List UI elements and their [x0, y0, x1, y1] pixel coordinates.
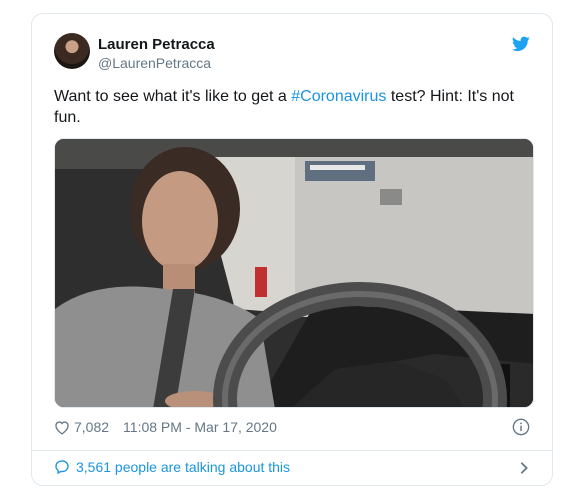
video-thumbnail[interactable] — [54, 138, 534, 408]
heart-icon[interactable] — [54, 420, 70, 435]
info-icon[interactable] — [512, 418, 530, 436]
tweet-text: Want to see what it's like to get a #Cor… — [54, 86, 534, 128]
video-frame — [55, 139, 533, 407]
like-count[interactable]: 7,082 — [74, 419, 109, 435]
talking-count: 3,561 people are talking about this — [76, 459, 291, 475]
tweet-card: Lauren Petracca @LaurenPetracca Want to … — [31, 13, 553, 486]
tweet-text-before: Want to see what it's like to get a — [54, 88, 292, 105]
chevron-right-icon[interactable] — [518, 461, 530, 475]
comment-icon — [55, 460, 69, 475]
timestamp[interactable]: 11:08 PM - Mar 17, 2020 — [123, 419, 277, 435]
hashtag-link[interactable]: #Coronavirus — [291, 88, 386, 105]
divider — [32, 450, 552, 451]
avatar[interactable] — [54, 33, 90, 69]
author-handle[interactable]: @LaurenPetracca — [98, 55, 211, 71]
conversation-link[interactable]: 3,561 people are talking about this — [54, 459, 290, 475]
tweet-meta: 7,082 11:08 PM - Mar 17, 2020 — [54, 419, 277, 435]
author-name[interactable]: Lauren Petracca — [98, 36, 215, 53]
twitter-bird-icon[interactable] — [512, 36, 530, 52]
